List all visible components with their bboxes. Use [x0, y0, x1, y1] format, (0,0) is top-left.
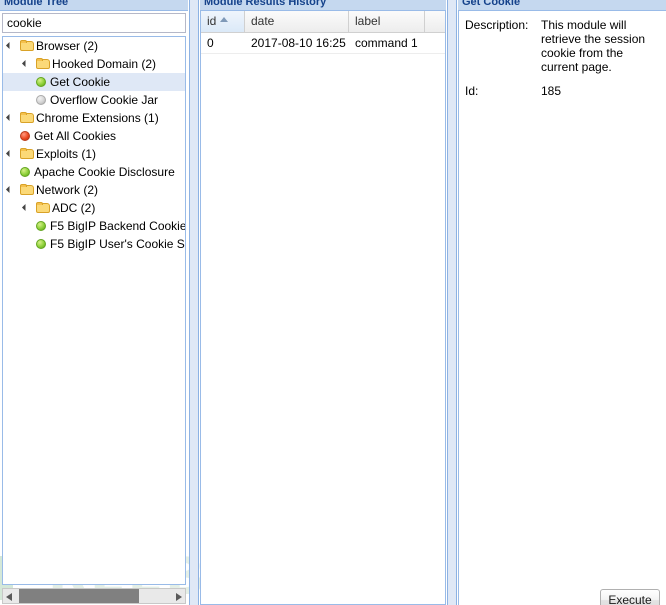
module-search-input[interactable] [3, 14, 185, 32]
module-detail-field-label: Description: [465, 18, 529, 32]
folder-icon [35, 199, 52, 217]
results-table-row[interactable]: 0 2017-08-10 16:25 command 1 [201, 33, 445, 54]
splitter-tree-results[interactable] [189, 0, 199, 605]
tree-expand-arrow-icon[interactable] [3, 37, 19, 55]
folder-icon [19, 37, 36, 55]
results-grid: id date label 0 2017-08-10 16:25 command 1 [200, 11, 446, 605]
results-cell-date: 2017-08-10 16:25 [251, 36, 346, 50]
tree-module-node[interactable]: Get Cookie [3, 73, 185, 91]
sort-ascending-icon [220, 17, 229, 22]
tree-node-label: Get Cookie [50, 75, 111, 89]
module-search-wrapper[interactable] [2, 13, 186, 33]
tree-node-label: Hooked Domain (2) [52, 57, 157, 71]
tree-node-label: Apache Cookie Disclosure [34, 165, 175, 179]
beef-module-panel: REEBUF Module Tree Browser (2)Hooked Dom… [0, 0, 666, 605]
tree-folder-node[interactable]: Exploits (1) [3, 145, 185, 163]
module-detail-field: Description: This module will retrieve th… [459, 18, 666, 84]
tree-expand-arrow-icon[interactable] [3, 181, 19, 199]
results-cell-filler [425, 33, 445, 53]
column-header-label: date [251, 14, 275, 28]
module-tree-header: Module Tree [0, 0, 188, 11]
module-status-green-icon [35, 73, 50, 91]
results-column-header-filler [425, 11, 445, 32]
module-tree-title: Module Tree [4, 0, 69, 8]
tree-folder-node[interactable]: Network (2) [3, 181, 185, 199]
module-detail-panel: Get Cookie Description: This module will … [458, 0, 666, 605]
module-status-grey-icon [35, 91, 50, 109]
folder-icon [19, 145, 36, 163]
module-detail-field-value: This module will retrieve the session co… [541, 18, 646, 74]
tree-expand-arrow-icon[interactable] [19, 199, 35, 217]
column-header-label: label [355, 14, 381, 28]
module-tree-panel: Module Tree Browser (2) Hooked Domain (2)… [0, 0, 188, 605]
module-tree-horizontal-scrollbar[interactable] [2, 588, 186, 604]
tree-node-label: Network (2) [36, 183, 99, 197]
tree-node-label: F5 BigIP Backend Cookie [50, 219, 186, 233]
module-status-green-icon [35, 235, 50, 253]
module-detail-field: Id: 185 [459, 84, 666, 108]
module-detail-field-value: 185 [541, 84, 562, 98]
scroll-left-arrow-icon[interactable] [3, 589, 17, 603]
results-column-header-id[interactable]: id [201, 11, 245, 32]
tree-expand-arrow-icon[interactable] [19, 55, 35, 73]
module-detail-title: Get Cookie [462, 0, 521, 8]
module-tree-body: Browser (2) Hooked Domain (2) Get Cookie Ov… [2, 36, 186, 585]
folder-icon [19, 181, 36, 199]
results-grid-header-row: id date label [201, 11, 445, 33]
tree-module-node[interactable]: Apache Cookie Disclosure [3, 163, 185, 181]
module-detail-field-label: Id: [465, 84, 479, 98]
module-status-red-icon [19, 127, 34, 145]
tree-node-label: Get All Cookies [34, 129, 117, 143]
tree-folder-node[interactable]: Chrome Extensions (1) [3, 109, 185, 127]
tree-module-node[interactable]: Get All Cookies [3, 127, 185, 145]
results-cell-id: 0 [207, 36, 214, 50]
module-results-title: Module Results History [204, 0, 327, 8]
results-column-header-date[interactable]: date [245, 11, 349, 32]
module-detail-header: Get Cookie [458, 0, 666, 11]
scroll-right-arrow-icon[interactable] [171, 589, 185, 603]
tree-node-label: Overflow Cookie Jar [50, 93, 159, 107]
tree-node-label: Exploits (1) [36, 147, 97, 161]
tree-node-label: Browser (2) [36, 39, 99, 53]
tree-folder-node[interactable]: Hooked Domain (2) [3, 55, 185, 73]
tree-expand-arrow-icon[interactable] [3, 145, 19, 163]
tree-node-label: F5 BigIP User's Cookie S [50, 237, 185, 251]
module-detail-field-list: Description: This module will retrieve th… [459, 18, 666, 108]
tree-node-label: Chrome Extensions (1) [36, 111, 159, 125]
module-status-green-icon [19, 163, 34, 181]
results-grid-body: 0 2017-08-10 16:25 command 1 [201, 33, 445, 54]
folder-icon [19, 109, 36, 127]
module-tree-list[interactable]: Browser (2) Hooked Domain (2) Get Cookie Ov… [3, 37, 186, 584]
tree-node-label: ADC (2) [52, 201, 96, 215]
module-status-green-icon [35, 217, 50, 235]
results-cell-label: command 1 [355, 36, 418, 50]
scrollbar-thumb[interactable] [19, 589, 139, 603]
tree-expand-arrow-icon[interactable] [3, 109, 19, 127]
splitter-results-detail[interactable] [447, 0, 457, 605]
tree-module-node[interactable]: Overflow Cookie Jar [3, 91, 185, 109]
folder-icon [35, 55, 52, 73]
module-results-history-panel: Module Results History id date label 0 2017… [200, 0, 446, 605]
results-column-header-label[interactable]: label [349, 11, 425, 32]
module-detail-body: Description: This module will retrieve th… [458, 11, 666, 605]
column-header-label: id [207, 14, 217, 28]
tree-folder-node[interactable]: Browser (2) [3, 37, 185, 55]
tree-folder-node[interactable]: ADC (2) [3, 199, 185, 217]
tree-module-node[interactable]: F5 BigIP User's Cookie S [3, 235, 185, 253]
tree-module-node[interactable]: F5 BigIP Backend Cookie [3, 217, 186, 235]
execute-button[interactable]: Execute [600, 589, 660, 605]
module-results-header: Module Results History [200, 0, 446, 11]
